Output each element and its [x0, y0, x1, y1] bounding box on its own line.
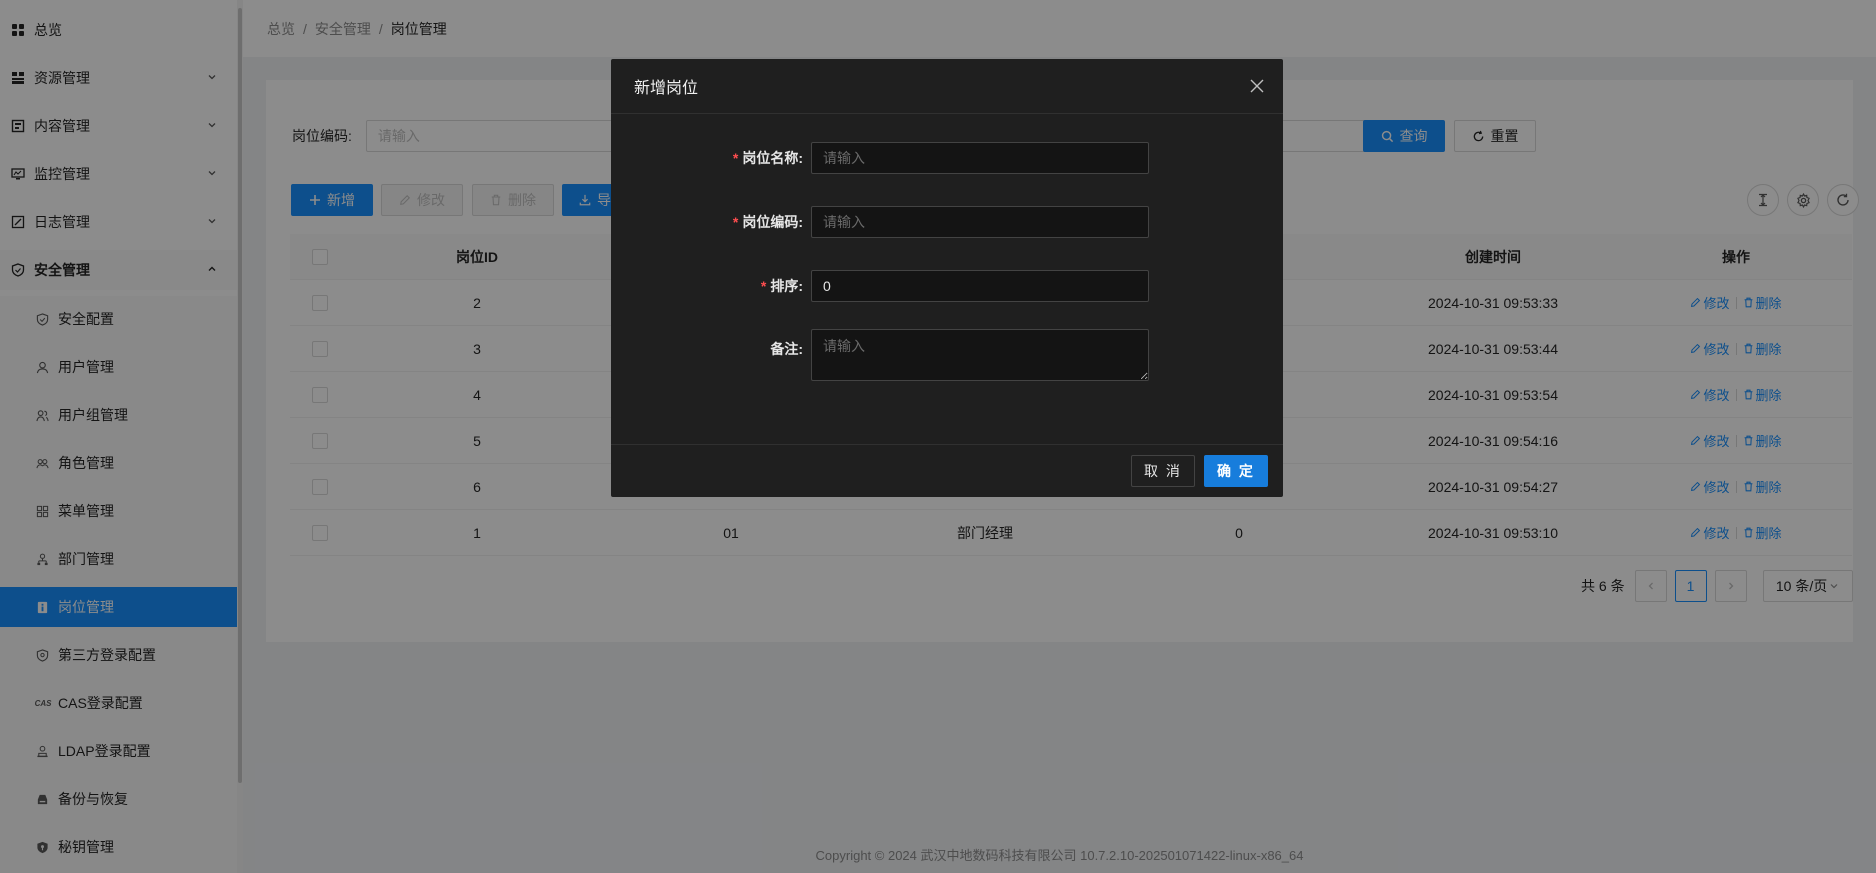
modal-title: 新增岗位	[634, 80, 699, 97]
label-text: 排序:	[770, 278, 803, 294]
form-label-name: * 岗位名称:	[611, 148, 811, 168]
form-label-remark: 备注:	[770, 341, 803, 357]
required-mark: *	[732, 150, 739, 166]
cancel-button[interactable]: 取 消	[1131, 455, 1195, 487]
form-label-sort: * 排序:	[611, 276, 811, 296]
confirm-button[interactable]: 确 定	[1204, 455, 1268, 487]
post-code-input[interactable]	[811, 206, 1149, 238]
modal-header: 新增岗位	[611, 59, 1283, 114]
label-text: 岗位名称:	[742, 150, 803, 166]
remark-textarea[interactable]	[811, 329, 1149, 381]
form-row-sort: * 排序:	[611, 270, 1149, 302]
required-mark: *	[732, 214, 739, 230]
sort-input[interactable]	[811, 270, 1149, 302]
form-label-code: * 岗位编码:	[611, 212, 811, 232]
form-row-name: * 岗位名称:	[611, 142, 1149, 174]
close-icon[interactable]	[1249, 78, 1265, 94]
form-row-code: * 岗位编码:	[611, 206, 1149, 238]
modal-footer: 取 消 确 定	[611, 444, 1283, 497]
required-mark: *	[760, 278, 767, 294]
post-name-input[interactable]	[811, 142, 1149, 174]
add-post-modal: 新增岗位 *岗位名称: *岗位编码: *排序: 备注: 取 消 确 定	[611, 59, 1283, 497]
label-text: 岗位编码:	[742, 214, 803, 230]
form-row-remark: 备注:	[611, 329, 1149, 381]
